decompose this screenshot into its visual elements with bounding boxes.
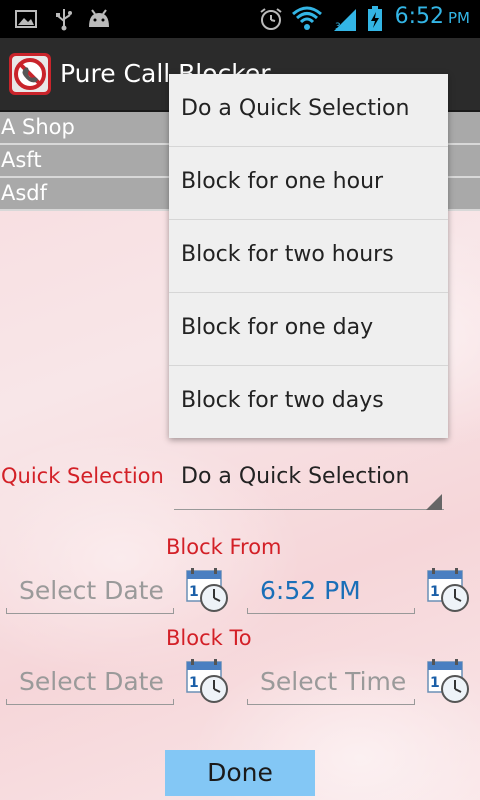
to-date-placeholder: Select Date xyxy=(19,667,164,696)
from-date-calendar-icon[interactable]: 1 xyxy=(186,568,230,612)
image-icon xyxy=(15,10,37,28)
quick-selection-value: Do a Quick Selection xyxy=(181,464,410,489)
signal-icon: 3G xyxy=(334,9,356,32)
spinner-underline xyxy=(174,509,444,510)
wifi-icon xyxy=(292,6,322,30)
quick-selection-dropdown: Do a Quick Selection Block for one hour … xyxy=(169,74,448,438)
to-time-field[interactable]: Select Time xyxy=(247,659,415,705)
dropdown-option-one-day[interactable]: Block for one day xyxy=(169,293,448,366)
to-date-calendar-icon[interactable]: 1 xyxy=(186,659,230,703)
app-call-block-icon[interactable] xyxy=(8,52,52,96)
block-to-label: Block To xyxy=(166,626,252,650)
field-underline xyxy=(6,699,174,705)
field-underline xyxy=(247,699,415,705)
done-button[interactable]: Done xyxy=(165,750,315,796)
alarm-icon xyxy=(260,8,282,30)
to-time-clock-icon[interactable]: 1 xyxy=(427,659,471,703)
quick-selection-label: Quick Selection xyxy=(1,464,164,488)
svg-text:1: 1 xyxy=(189,675,199,691)
field-underline xyxy=(247,608,415,614)
dropdown-option-label: Do a Quick Selection xyxy=(181,96,410,121)
dropdown-option-two-days[interactable]: Block for two days xyxy=(169,366,448,438)
battery-charging-icon xyxy=(368,6,382,31)
dropdown-option-two-hours[interactable]: Block for two hours xyxy=(169,220,448,293)
to-date-field[interactable]: Select Date xyxy=(6,659,174,705)
svg-text:3G: 3G xyxy=(335,22,348,32)
dropdown-option-label: Block for one day xyxy=(181,315,374,340)
spinner-arrow-icon xyxy=(426,494,442,510)
from-date-placeholder: Select Date xyxy=(19,576,164,605)
dropdown-option-label: Block for two hours xyxy=(181,242,394,267)
field-underline xyxy=(6,608,174,614)
from-time-clock-icon[interactable]: 1 xyxy=(427,568,471,612)
from-date-field[interactable]: Select Date xyxy=(6,568,174,614)
dropdown-option-one-hour[interactable]: Block for one hour xyxy=(169,147,448,220)
dropdown-option-quick-selection[interactable]: Do a Quick Selection xyxy=(169,74,448,147)
svg-text:1: 1 xyxy=(430,675,440,691)
usb-icon xyxy=(56,9,72,31)
android-icon xyxy=(89,9,109,27)
svg-text:1: 1 xyxy=(189,584,199,600)
block-from-label: Block From xyxy=(166,535,282,559)
svg-text:1: 1 xyxy=(430,584,440,600)
from-time-value: 6:52 PM xyxy=(260,576,361,605)
dropdown-option-label: Block for two days xyxy=(181,388,384,413)
status-clock: 6:52 PM xyxy=(395,4,470,29)
clock-time: 6:52 xyxy=(394,4,444,29)
status-bar: 3G 6:52 PM xyxy=(0,0,480,38)
dropdown-option-label: Block for one hour xyxy=(181,169,384,194)
from-time-field[interactable]: 6:52 PM xyxy=(247,568,415,614)
clock-ampm: PM xyxy=(448,9,470,27)
quick-selection-spinner[interactable]: Do a Quick Selection xyxy=(168,452,444,510)
to-time-placeholder: Select Time xyxy=(260,667,407,696)
